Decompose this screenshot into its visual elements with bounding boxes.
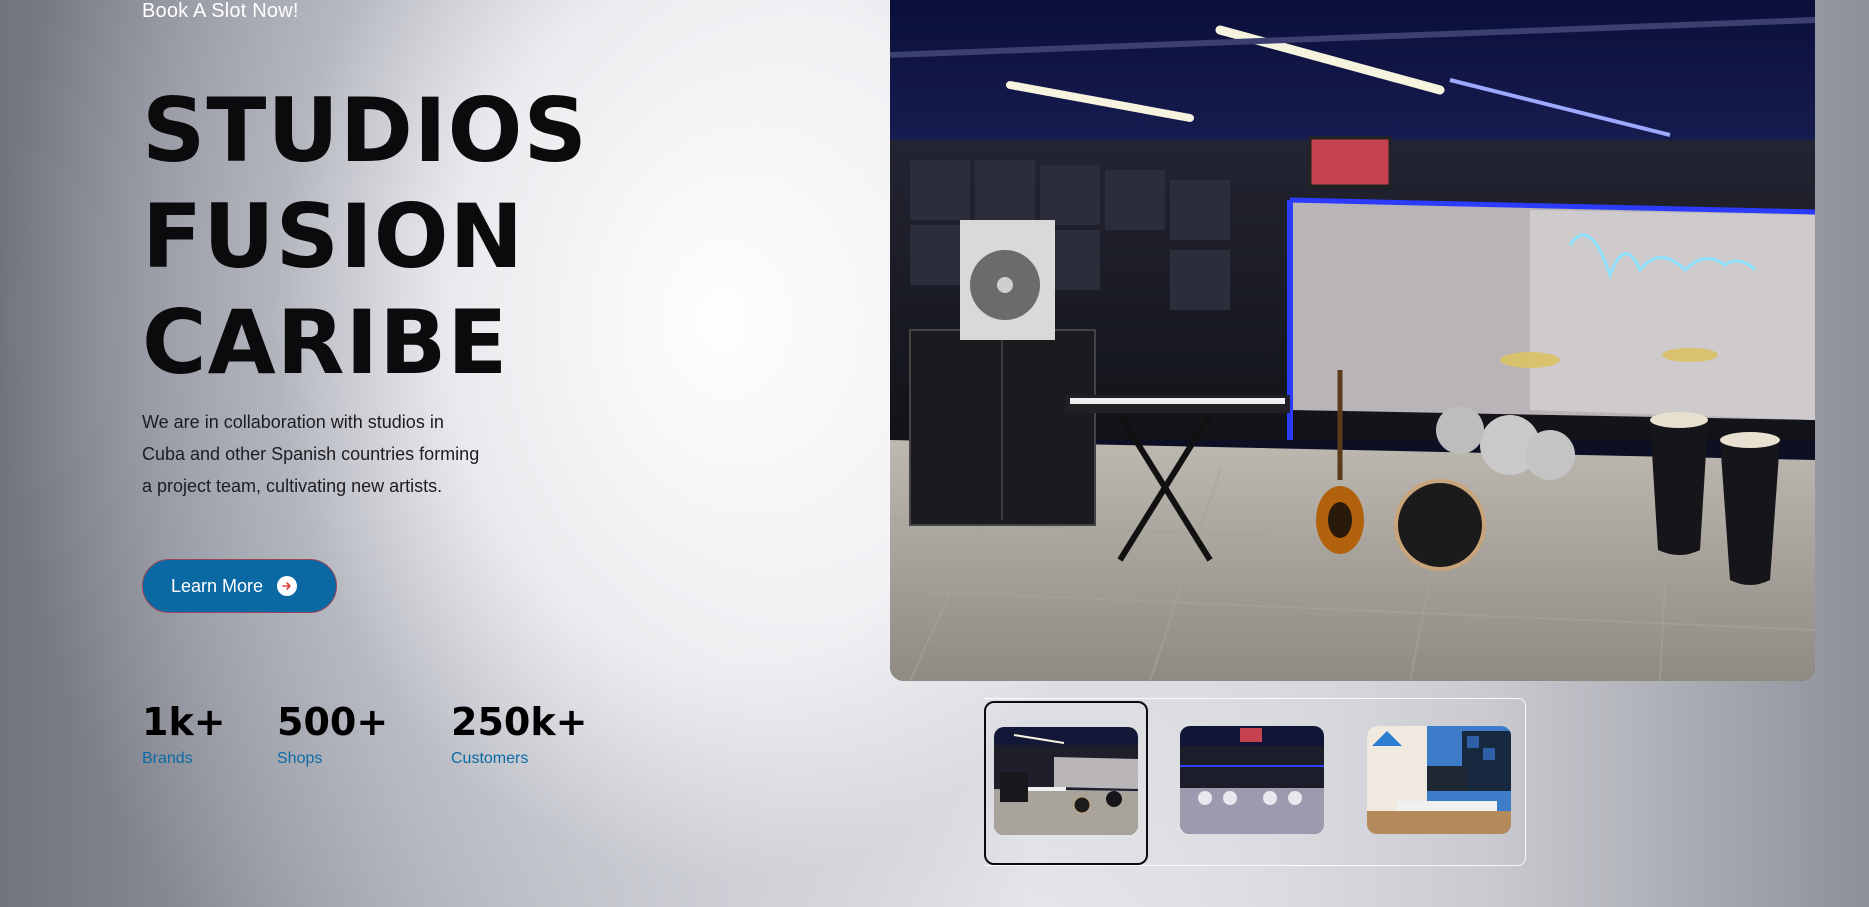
title-line: FUSION <box>142 185 525 288</box>
stat-label: Customers <box>451 750 529 767</box>
title-line: STUDIOS <box>142 79 588 182</box>
title-line: CARIBE <box>142 291 509 394</box>
description-line: a project team, cultivating new artists. <box>142 476 443 496</box>
book-slot-link[interactable]: Book A Slot Now! <box>142 0 299 23</box>
learn-more-label: Learn More <box>171 575 264 596</box>
thumbnail-studio-room[interactable] <box>984 701 1148 865</box>
stat-value: 1k+ <box>142 700 226 744</box>
stat-customers: 250k+ Customers <box>451 700 587 768</box>
description-line: We are in collaboration with studios in <box>142 412 444 432</box>
stat-label: Shops <box>277 750 323 767</box>
gallery-thumbnails <box>984 698 1526 866</box>
arrow-right-circle-icon <box>277 576 298 596</box>
page-title: STUDIOS FUSION CARIBE <box>142 78 588 396</box>
stat-label: Brands <box>142 750 193 767</box>
stat-value: 250k+ <box>451 700 588 744</box>
stat-shops: 500+ Shops <box>277 700 388 768</box>
thumbnail-control-room[interactable] <box>1358 699 1522 863</box>
control-room-thumbnail <box>1367 726 1511 834</box>
learn-more-button[interactable]: Learn More <box>142 559 337 613</box>
hero-description: We are in collaboration with studios in … <box>142 406 562 502</box>
thumbnail-lounge-bar[interactable] <box>1171 699 1335 863</box>
stat-brands: 1k+ Brands <box>142 700 226 768</box>
description-line: Cuba and other Spanish countries forming <box>142 444 480 464</box>
lounge-bar-thumbnail <box>1180 726 1324 834</box>
studio-main-photo <box>890 0 1815 681</box>
studio-room-thumbnail <box>994 727 1138 835</box>
stat-value: 500+ <box>277 700 389 744</box>
